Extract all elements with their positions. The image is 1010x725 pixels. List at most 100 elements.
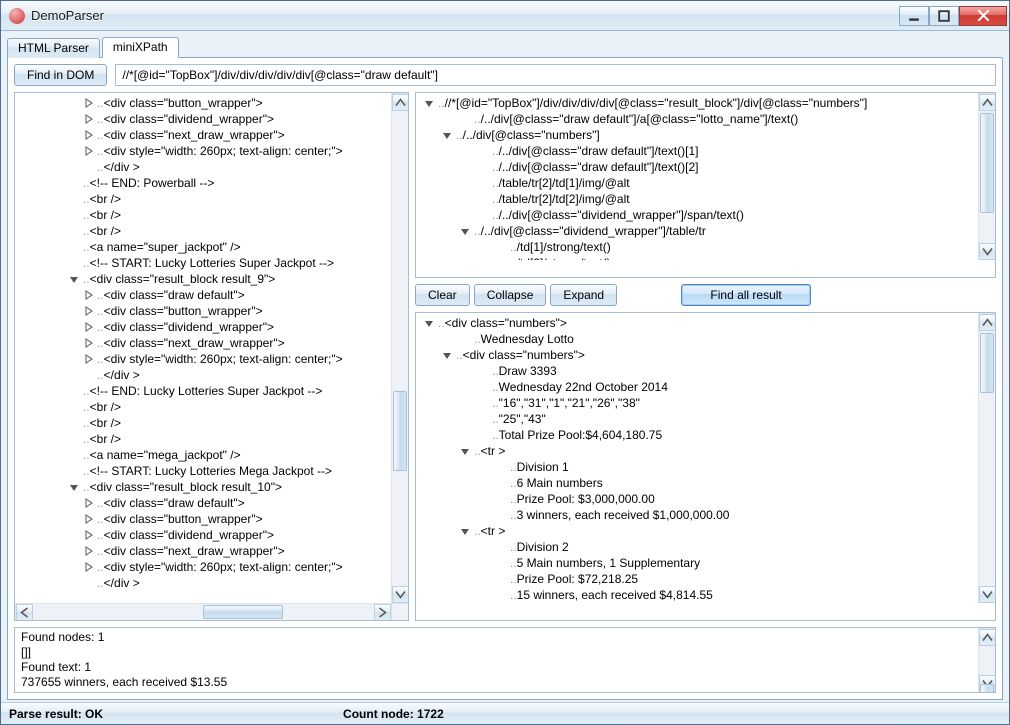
disclosure-triangle-icon[interactable] bbox=[81, 336, 95, 350]
scroll-up-icon[interactable] bbox=[979, 314, 996, 331]
tab-html-parser[interactable]: HTML Parser bbox=[7, 38, 100, 58]
disclosure-triangle-icon[interactable] bbox=[81, 528, 95, 542]
xpath-input[interactable] bbox=[115, 64, 996, 86]
scroll-left-icon[interactable] bbox=[16, 604, 33, 621]
tree-node[interactable]: ..<tr > bbox=[416, 523, 978, 539]
tree-node[interactable]: ..Wednesday Lotto bbox=[416, 331, 978, 347]
tree-node[interactable]: ..<br /> bbox=[15, 415, 391, 431]
tree-node[interactable]: ..<div class="next_draw_wrapper"> bbox=[15, 543, 391, 559]
scroll-down-icon[interactable] bbox=[979, 586, 996, 603]
disclosure-triangle-icon[interactable] bbox=[81, 352, 95, 366]
tree-node[interactable]: ..Division 2 bbox=[416, 539, 978, 555]
scroll-down-icon[interactable] bbox=[979, 243, 996, 260]
tree-node[interactable]: ..<!-- END: Powerball --> bbox=[15, 175, 391, 191]
titlebar[interactable]: DemoParser bbox=[1, 1, 1009, 31]
tree-node[interactable]: ../../div[@class="draw default"]/text()[… bbox=[416, 159, 978, 175]
tree-node[interactable]: ..<br /> bbox=[15, 223, 391, 239]
tree-node[interactable]: .."25","43" bbox=[416, 411, 978, 427]
tree-node[interactable]: ../../div[@class="dividend_wrapper"]/spa… bbox=[416, 207, 978, 223]
tree-node[interactable]: ..</div > bbox=[15, 159, 391, 175]
scroll-up-icon[interactable] bbox=[979, 94, 996, 111]
tree-node[interactable]: ..<div class="draw default"> bbox=[15, 495, 391, 511]
disclosure-triangle-icon[interactable] bbox=[67, 480, 81, 494]
tree-node[interactable]: .."16","31","1","21","26","38" bbox=[416, 395, 978, 411]
disclosure-triangle-icon[interactable] bbox=[81, 320, 95, 334]
collapse-button[interactable]: Collapse bbox=[474, 284, 547, 306]
scroll-thumb[interactable] bbox=[980, 113, 994, 213]
tree-node[interactable]: ..<!-- END: Lucky Lotteries Super Jackpo… bbox=[15, 383, 391, 399]
scroll-down-icon[interactable] bbox=[392, 586, 409, 603]
maximize-button[interactable] bbox=[929, 6, 959, 26]
close-button[interactable] bbox=[959, 6, 1007, 26]
tree-node[interactable]: ..<!-- START: Lucky Lotteries Super Jack… bbox=[15, 255, 391, 271]
tab-minixpath[interactable]: miniXPath bbox=[102, 37, 179, 58]
tree-node[interactable]: ..<br /> bbox=[15, 207, 391, 223]
tree-node[interactable]: ..6 Main numbers bbox=[416, 475, 978, 491]
tree-node[interactable]: ..<div class="next_draw_wrapper"> bbox=[15, 335, 391, 351]
log-panel[interactable]: Found nodes: 1[]]Found text: 1737655 win… bbox=[14, 627, 996, 693]
result-tree[interactable]: ..<div class="numbers">..Wednesday Lotto… bbox=[415, 312, 996, 621]
tree-node[interactable]: ..Draw 3393 bbox=[416, 363, 978, 379]
disclosure-triangle-icon[interactable] bbox=[81, 544, 95, 558]
disclosure-triangle-icon[interactable] bbox=[422, 96, 436, 110]
tree-node[interactable]: ..<div style="width: 260px; text-align: … bbox=[15, 559, 391, 575]
tree-node[interactable]: ../../div[@class="draw default"]/text()[… bbox=[416, 143, 978, 159]
disclosure-triangle-icon[interactable] bbox=[81, 304, 95, 318]
left-tree-vscrollbar[interactable] bbox=[391, 93, 408, 603]
scroll-thumb[interactable] bbox=[980, 684, 994, 693]
tree-node[interactable]: ..<div class="dividend_wrapper"> bbox=[15, 111, 391, 127]
disclosure-triangle-icon[interactable] bbox=[440, 128, 454, 142]
tree-node[interactable]: ..<div class="result_block result_9"> bbox=[15, 271, 391, 287]
xpath-tree-vscrollbar[interactable] bbox=[978, 93, 995, 260]
disclosure-triangle-icon[interactable] bbox=[81, 128, 95, 142]
tree-node[interactable]: ../table/tr[2]/td[2]/img/@alt bbox=[416, 191, 978, 207]
tree-node[interactable]: ../../div[@class="numbers"] bbox=[416, 127, 978, 143]
tree-node[interactable]: ../table/tr[2]/td[1]/img/@alt bbox=[416, 175, 978, 191]
expand-button[interactable]: Expand bbox=[550, 284, 617, 306]
tree-node[interactable]: ..<tr > bbox=[416, 443, 978, 459]
tree-node[interactable]: ..</div > bbox=[15, 367, 391, 383]
disclosure-triangle-icon[interactable] bbox=[81, 144, 95, 158]
disclosure-triangle-icon[interactable] bbox=[81, 96, 95, 110]
tree-node[interactable]: ..<div class="numbers"> bbox=[416, 347, 978, 363]
tree-node[interactable]: ..<div class="button_wrapper"> bbox=[15, 95, 391, 111]
tree-node[interactable]: ..<br /> bbox=[15, 399, 391, 415]
tree-node[interactable]: ..Total Prize Pool:$4,604,180.75 bbox=[416, 427, 978, 443]
disclosure-triangle-icon[interactable] bbox=[458, 444, 472, 458]
tree-node[interactable]: ..Prize Pool: $3,000,000.00 bbox=[416, 491, 978, 507]
disclosure-triangle-icon[interactable] bbox=[422, 316, 436, 330]
xpath-tree[interactable]: ..//*[@id="TopBox"]/div/div/div/div[@cla… bbox=[415, 92, 996, 278]
tree-node[interactable]: ..<div class="dividend_wrapper"> bbox=[15, 319, 391, 335]
disclosure-triangle-icon[interactable] bbox=[81, 288, 95, 302]
tree-node[interactable]: ..3 winners, each received $1,000,000.00 bbox=[416, 507, 978, 523]
disclosure-triangle-icon[interactable] bbox=[458, 224, 472, 238]
tree-node[interactable]: ..<div class="numbers"> bbox=[416, 315, 978, 331]
tree-node[interactable]: ..<div class="dividend_wrapper"> bbox=[15, 527, 391, 543]
disclosure-triangle-icon[interactable] bbox=[81, 560, 95, 574]
disclosure-triangle-icon[interactable] bbox=[81, 112, 95, 126]
scroll-thumb[interactable] bbox=[203, 605, 283, 619]
disclosure-triangle-icon[interactable] bbox=[67, 272, 81, 286]
find-all-result-button[interactable]: Find all result bbox=[681, 284, 811, 306]
tree-node[interactable]: ../td[2]/strong/text() bbox=[416, 255, 978, 260]
dom-tree[interactable]: ..<div class="button_wrapper">..<div cla… bbox=[14, 92, 409, 621]
tree-node[interactable]: ../td[1]/strong/text() bbox=[416, 239, 978, 255]
result-tree-vscrollbar[interactable] bbox=[978, 313, 995, 603]
tree-node[interactable]: ..15 winners, each received $4,814.55 bbox=[416, 587, 978, 603]
disclosure-triangle-icon[interactable] bbox=[81, 496, 95, 510]
tree-node[interactable]: ..Wednesday 22nd October 2014 bbox=[416, 379, 978, 395]
tree-node[interactable]: ..<div class="button_wrapper"> bbox=[15, 303, 391, 319]
scroll-right-icon[interactable] bbox=[374, 604, 391, 621]
log-vscrollbar[interactable] bbox=[978, 628, 995, 692]
disclosure-triangle-icon[interactable] bbox=[81, 512, 95, 526]
tree-node[interactable]: ..<div style="width: 260px; text-align: … bbox=[15, 143, 391, 159]
tree-node[interactable]: ..<div class="draw default"> bbox=[15, 287, 391, 303]
tree-node[interactable]: ../../div[@class="draw default"]/a[@clas… bbox=[416, 111, 978, 127]
clear-button[interactable]: Clear bbox=[415, 284, 470, 306]
find-in-dom-button[interactable]: Find in DOM bbox=[14, 64, 107, 86]
tree-node[interactable]: ..</div > bbox=[15, 575, 391, 591]
tree-node[interactable]: ..<div style="width: 260px; text-align: … bbox=[15, 351, 391, 367]
scroll-thumb[interactable] bbox=[393, 391, 407, 471]
tree-node[interactable]: ..5 Main numbers, 1 Supplementary bbox=[416, 555, 978, 571]
scroll-thumb[interactable] bbox=[980, 333, 994, 393]
